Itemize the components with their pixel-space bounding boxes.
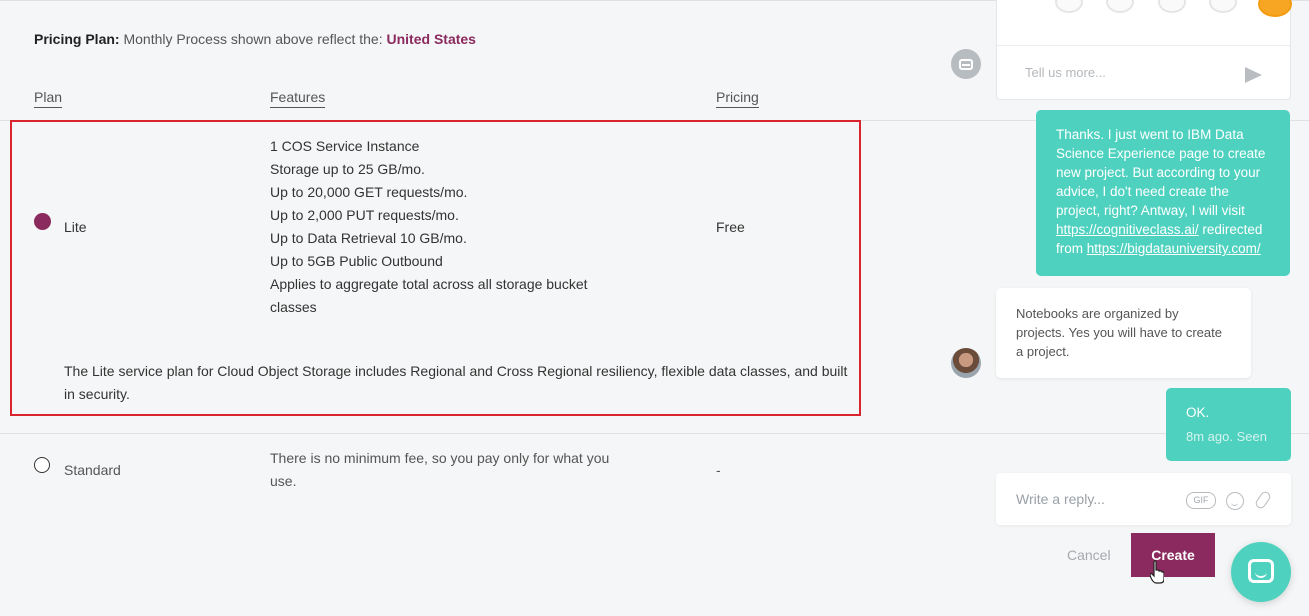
feature-item: Up to 2,000 PUT requests/mo. (270, 207, 459, 223)
emoji-happy-icon[interactable] (1209, 0, 1237, 13)
user-message-bubble: Thanks. I just went to IBM Data Science … (1036, 110, 1290, 276)
lite-plan-description: The Lite service plan for Cloud Object S… (64, 363, 848, 402)
emoji-neutral-icon[interactable] (1158, 0, 1186, 13)
emoji-sad-icon[interactable] (1106, 0, 1134, 13)
gif-icon[interactable]: GIF (1186, 492, 1216, 509)
pricing-plan-text: Monthly Process shown above reflect the: (123, 31, 383, 47)
feedback-divider (997, 45, 1290, 46)
row-divider (0, 433, 1309, 434)
feature-item: 1 COS Service Instance (270, 138, 420, 154)
agent-avatar (951, 348, 981, 378)
agent-message-bubble: Notebooks are organized by projects. Yes… (996, 288, 1251, 378)
lite-plan-price: Free (716, 219, 745, 235)
attachment-icon[interactable] (1253, 489, 1273, 511)
create-button[interactable]: Create (1131, 533, 1215, 577)
user-reply-text: OK. (1186, 405, 1210, 420)
feature-item: Applies to aggregate total across all st… (270, 276, 588, 315)
chat-launcher-icon[interactable] (1231, 542, 1291, 602)
feature-item: Up to Data Retrieval 10 GB/mo. (270, 230, 467, 246)
rating-emoji-row (1025, 0, 1292, 17)
document-icon[interactable] (951, 49, 981, 79)
user-message-text: Thanks. I just went to IBM Data Science … (1056, 127, 1266, 218)
lite-plan-name: Lite (64, 219, 87, 235)
feature-item: Up to 20,000 GET requests/mo. (270, 184, 468, 200)
hand-cursor-icon (1150, 560, 1164, 584)
user-reply-bubble: OK. 8m ago. Seen (1166, 388, 1291, 461)
cancel-button[interactable]: Cancel (1067, 547, 1111, 563)
feature-item: Storage up to 25 GB/mo. (270, 161, 425, 177)
feedback-card: Tell us more... (996, 0, 1292, 100)
emoji-love-icon[interactable] (1258, 0, 1292, 17)
lite-plan-radio[interactable] (34, 213, 51, 230)
feedback-input[interactable]: Tell us more... (1025, 65, 1106, 80)
user-reply-meta: 8m ago. Seen (1186, 429, 1267, 444)
standard-plan-name: Standard (64, 462, 121, 478)
send-icon[interactable] (1245, 67, 1262, 83)
column-header-features: Features (270, 89, 326, 108)
reply-composer[interactable]: Write a reply... GIF (996, 473, 1291, 525)
standard-plan-price: - (716, 462, 721, 478)
standard-plan-features: There is no minimum fee, so you pay only… (270, 450, 610, 489)
pricing-plan-note: Pricing Plan: Monthly Process shown abov… (34, 31, 476, 47)
feature-item: Up to 5GB Public Outbound (270, 253, 443, 269)
standard-plan-radio[interactable] (34, 457, 50, 473)
reply-input[interactable]: Write a reply... (1016, 491, 1105, 507)
link-bigdatauniversity[interactable]: https://bigdatauniversity.com/ (1087, 241, 1261, 256)
link-cognitiveclass[interactable]: https://cognitiveclass.ai/ (1056, 222, 1199, 237)
emoji-angry-icon[interactable] (1055, 0, 1083, 13)
lite-plan-features: 1 COS Service Instance Storage up to 25 … (270, 135, 600, 319)
pricing-country: United States (386, 31, 476, 47)
column-header-plan: Plan (34, 89, 63, 108)
column-header-pricing: Pricing (716, 89, 759, 108)
emoji-picker-icon[interactable] (1226, 492, 1244, 510)
pricing-plan-label: Pricing Plan: (34, 31, 120, 47)
